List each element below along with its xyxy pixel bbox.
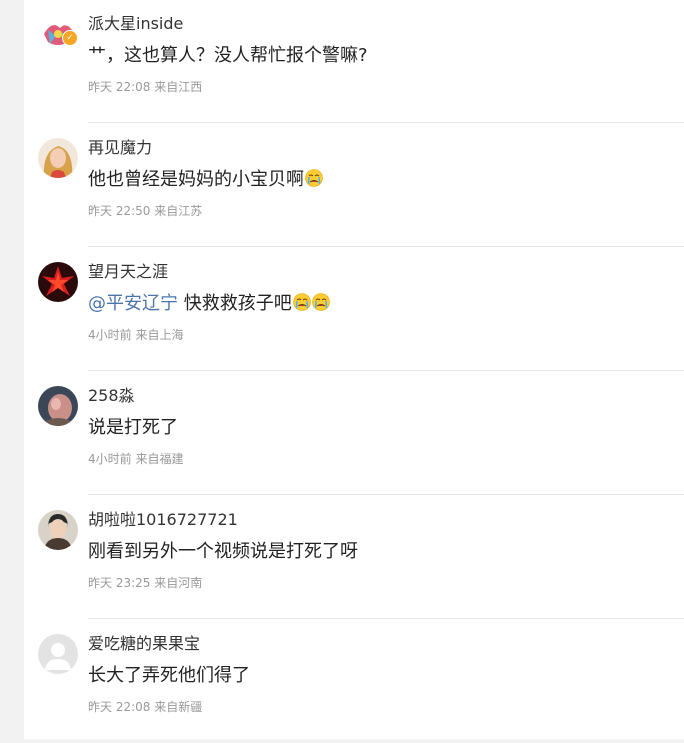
username[interactable]: 再见魔力 [88, 134, 152, 158]
avatar[interactable] [38, 138, 78, 178]
mention-link[interactable]: @平安辽宁 [88, 293, 178, 314]
comment-text: 说是打死了 [88, 417, 178, 438]
comment-meta: 昨天 22:08 来自新疆 [88, 698, 202, 715]
divider [88, 370, 684, 371]
comment-time: 昨天 22:08 [88, 700, 151, 714]
comment-location: 来自上海 [135, 328, 184, 342]
comment-location: 来自福建 [135, 452, 184, 466]
comment-item: 再见魔力 他也曾经是妈妈的小宝贝啊 昨天 22:50 来自江苏 [24, 124, 684, 247]
avatar[interactable] [38, 510, 78, 550]
comment-meta: 4小时前 来自福建 [88, 450, 183, 467]
comment-item: ✓ 派大星inside 艹，这也算人？没人帮忙报个警嘛? 昨天 22:08 来自… [24, 0, 684, 123]
comment-list: ✓ 派大星inside 艹，这也算人？没人帮忙报个警嘛? 昨天 22:08 来自… [24, 0, 684, 739]
crying-face-icon [311, 293, 330, 311]
comment-text-row: 他也曾经是妈妈的小宝贝啊 [88, 165, 323, 191]
comment-time: 4小时前 [88, 452, 132, 466]
avatar[interactable] [38, 386, 78, 426]
comment-text-row: @平安辽宁 快救救孩子吧 [88, 289, 330, 315]
comment-time: 4小时前 [88, 328, 132, 342]
verified-badge-icon: ✓ [62, 30, 78, 46]
comment-text: 艹，这也算人？没人帮忙报个警嘛? [88, 45, 368, 66]
comment-meta: 昨天 22:08 来自江西 [88, 78, 202, 95]
comment-location: 来自江西 [154, 80, 203, 94]
comment-text: 快救救孩子吧 [178, 293, 292, 314]
divider [88, 122, 684, 123]
comment-time: 昨天 22:50 [88, 204, 151, 218]
comment-item: 258淼 说是打死了 4小时前 来自福建 [24, 372, 684, 495]
username[interactable]: 爱吃糖的果果宝 [88, 630, 200, 654]
username[interactable]: 望月天之涯 [88, 258, 168, 282]
comment-meta: 昨天 23:25 来自河南 [88, 574, 202, 591]
divider [88, 246, 684, 247]
avatar[interactable] [38, 634, 78, 674]
username[interactable]: 胡啦啦1016727721 [88, 506, 238, 530]
comment-text: 刚看到另外一个视频说是打死了呀 [88, 541, 358, 562]
comment-item: 望月天之涯 @平安辽宁 快救救孩子吧 4小时前 来自上海 [24, 248, 684, 371]
divider [88, 494, 684, 495]
comment-text: 长大了弄死他们得了 [88, 665, 250, 686]
comment-item: 胡啦啦1016727721 刚看到另外一个视频说是打死了呀 昨天 23:25 来… [24, 496, 684, 619]
crying-face-icon [292, 293, 311, 311]
comment-location: 来自新疆 [154, 700, 203, 714]
divider [88, 618, 684, 619]
comment-location: 来自河南 [154, 576, 203, 590]
comment-location: 来自江苏 [154, 204, 203, 218]
avatar[interactable] [38, 262, 78, 302]
crying-face-icon [305, 169, 323, 187]
comment-meta: 昨天 22:50 来自江苏 [88, 202, 202, 219]
comment-time: 昨天 23:25 [88, 576, 151, 590]
comment-meta: 4小时前 来自上海 [88, 326, 183, 343]
comment-text: 他也曾经是妈妈的小宝贝啊 [88, 169, 304, 190]
username[interactable]: 派大星inside [88, 10, 183, 34]
username[interactable]: 258淼 [88, 382, 135, 406]
comment-item: 爱吃糖的果果宝 长大了弄死他们得了 昨天 22:08 来自新疆 [24, 620, 684, 743]
comment-time: 昨天 22:08 [88, 80, 151, 94]
